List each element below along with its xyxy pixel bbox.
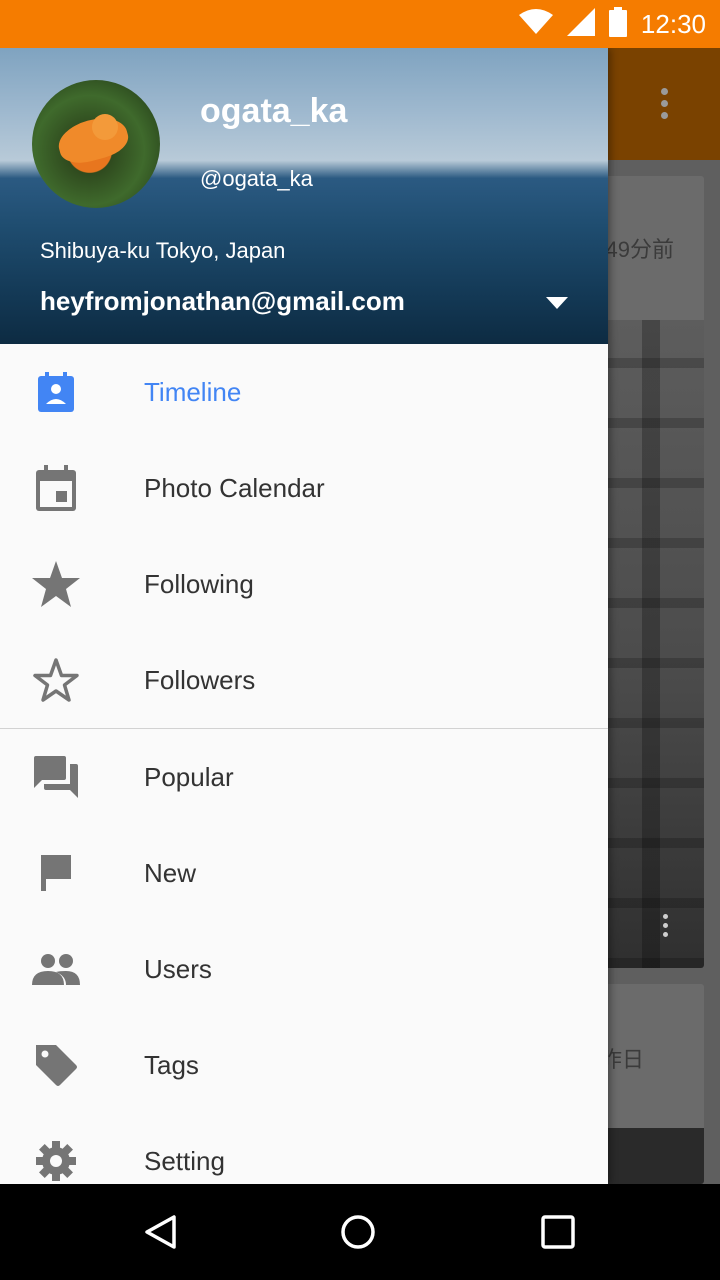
flag-icon <box>32 849 80 897</box>
drawer-item-label: Users <box>144 953 212 984</box>
profile-handle: @ogata_ka <box>200 166 313 191</box>
drawer-item-label: Followers <box>144 664 256 695</box>
drawer-header: ogata_ka @ogata_ka Shibuya-ku Tokyo, Jap… <box>0 48 608 344</box>
account-dropdown-icon[interactable] <box>546 296 568 314</box>
drawer-item-followers[interactable]: Followers <box>0 632 608 728</box>
post-more-icon[interactable] <box>663 914 668 941</box>
drawer-item-popular[interactable]: Popular <box>0 729 608 825</box>
avatar[interactable] <box>32 80 160 208</box>
account-email[interactable]: heyfromjonathan@gmail.com <box>40 286 405 317</box>
profile-username: ogata_ka <box>200 92 348 130</box>
post-time: 49分前 <box>605 237 674 262</box>
drawer-menu: Timeline Photo Calendar Following Follow… <box>0 344 608 1184</box>
system-nav-bar <box>0 1184 720 1280</box>
status-bar: 12:30 <box>0 0 720 48</box>
drawer-item-label: Setting <box>144 1145 225 1176</box>
drawer-item-label: Timeline <box>144 376 242 407</box>
drawer-item-label: Popular <box>144 761 234 792</box>
tag-icon <box>32 1041 80 1089</box>
navigation-drawer: ogata_ka @ogata_ka Shibuya-ku Tokyo, Jap… <box>0 48 608 1184</box>
contact-calendar-icon <box>32 368 80 416</box>
star-outline-icon <box>32 656 80 704</box>
home-icon[interactable] <box>334 1208 382 1256</box>
recents-icon[interactable] <box>534 1208 582 1256</box>
battery-icon <box>608 6 627 42</box>
signal-icon <box>566 7 595 41</box>
drawer-item-label: Tags <box>144 1049 199 1080</box>
drawer-item-new[interactable]: New <box>0 825 608 921</box>
drawer-item-photo-calendar[interactable]: Photo Calendar <box>0 440 608 536</box>
drawer-item-timeline[interactable]: Timeline <box>0 344 608 440</box>
drawer-item-setting[interactable]: Setting <box>0 1113 608 1184</box>
drawer-item-tags[interactable]: Tags <box>0 1017 608 1113</box>
people-icon <box>32 945 80 993</box>
drawer-item-label: Photo Calendar <box>144 472 325 503</box>
drawer-item-users[interactable]: Users <box>0 921 608 1017</box>
profile-location: Shibuya-ku Tokyo, Japan <box>40 238 286 263</box>
drawer-item-label: Following <box>144 568 254 599</box>
gear-icon <box>32 1137 80 1184</box>
calendar-icon <box>32 464 80 512</box>
back-icon[interactable] <box>136 1208 184 1256</box>
overflow-menu-icon[interactable] <box>661 88 668 124</box>
status-time: 12:30 <box>640 8 706 39</box>
wifi-icon <box>518 8 553 40</box>
forum-icon <box>32 753 80 801</box>
star-filled-icon <box>32 560 80 608</box>
drawer-item-label: New <box>144 857 197 888</box>
drawer-item-following[interactable]: Following <box>0 536 608 632</box>
